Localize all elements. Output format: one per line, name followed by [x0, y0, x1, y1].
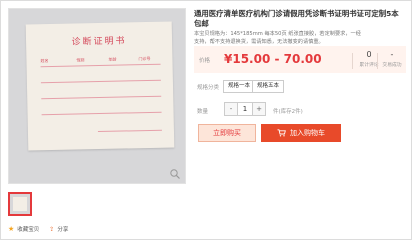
- quantity-stepper: - 1 +: [224, 102, 266, 116]
- spec-option-five-books[interactable]: 规格五本: [252, 80, 285, 93]
- thumbnail-paper: [13, 197, 27, 211]
- main-product-image[interactable]: 诊断证明书 姓名 性别 年龄 门诊号: [8, 8, 186, 184]
- add-to-cart-button[interactable]: 加入购物车: [261, 124, 341, 142]
- product-subtitle: 本宝贝规格为：145*185mm 每本50页 纸张直接胶，若定制要求，一经支持，…: [194, 31, 361, 45]
- add-to-cart-label: 加入购物车: [290, 129, 325, 137]
- certificate-paper-image: 诊断证明书 姓名 性别 年龄 门诊号: [25, 21, 175, 151]
- paper-field-label: 性别: [76, 57, 85, 63]
- sales-count: -: [390, 50, 394, 59]
- quantity-decrease-button[interactable]: -: [225, 103, 237, 115]
- share-icon: ⇪: [49, 225, 55, 233]
- price-label: 价格: [199, 58, 211, 64]
- paper-rule: [97, 129, 162, 133]
- favorite-label: 收藏宝贝: [17, 227, 40, 233]
- buy-now-button[interactable]: 立即购买: [198, 124, 256, 142]
- cart-icon: [277, 129, 286, 137]
- divider: [352, 53, 353, 69]
- paper-field-label: 门诊号: [138, 55, 151, 62]
- price-box: 价格 ¥15.00 - 70.00 0 累计评论 - 交易成功: [194, 46, 406, 73]
- paper-field-label: 姓名: [40, 58, 49, 64]
- paper-rule: [40, 63, 161, 68]
- star-icon: ★: [8, 225, 15, 233]
- zoom-icon[interactable]: [169, 168, 181, 180]
- paper-title: 诊断证明书: [71, 36, 127, 48]
- paper-rule: [41, 95, 162, 100]
- sales-count-label: 交易成功: [382, 63, 402, 68]
- quantity-input[interactable]: 1: [237, 103, 253, 115]
- spec-option-one-book[interactable]: 规格一本: [223, 80, 256, 93]
- quantity-increase-button[interactable]: +: [253, 103, 265, 115]
- sales-count-stat: - 交易成功: [377, 50, 407, 68]
- paper-rule: [40, 79, 161, 84]
- spec-label: 规格分类: [197, 85, 220, 91]
- price-value: ¥15.00 - 70.00: [224, 52, 322, 66]
- thumbnail-image[interactable]: [8, 192, 32, 216]
- paper-field-label: 年龄: [108, 56, 117, 62]
- product-title: 通用医疗清单医疗机构门诊请假用凭诊断书证明书证可定制5本包邮: [194, 9, 399, 28]
- paper-rule: [41, 111, 162, 116]
- share-label: 分享: [57, 227, 69, 233]
- stock-text: 件(库存2件): [273, 109, 303, 115]
- quantity-label: 数量: [197, 109, 209, 115]
- product-panel: 诊断证明书 姓名 性别 年龄 门诊号 ★ 收藏宝贝 ⇪ 分享 通用医疗清单医疗机: [0, 0, 412, 240]
- share-link[interactable]: ⇪ 分享: [49, 225, 69, 234]
- favorite-link[interactable]: ★ 收藏宝贝: [8, 225, 39, 233]
- item-actions: ★ 收藏宝贝 ⇪ 分享: [8, 225, 68, 233]
